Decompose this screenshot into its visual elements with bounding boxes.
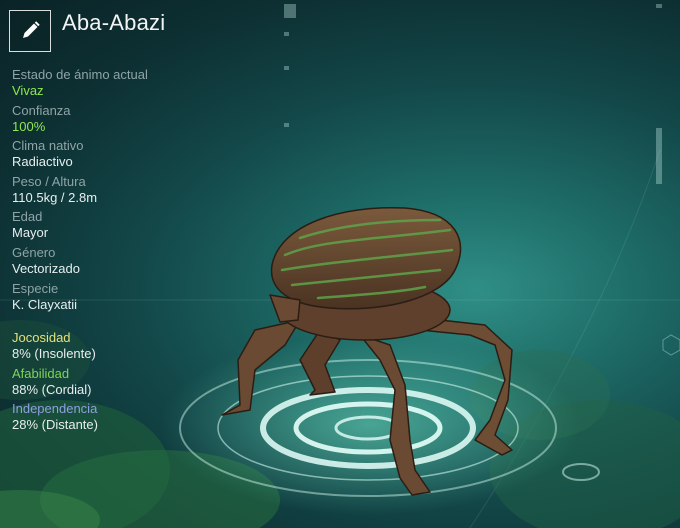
trait-label: Jocosidad	[12, 330, 71, 345]
trait-label: Independencia	[12, 401, 98, 417]
stat-age: Edad Mayor	[12, 209, 242, 245]
trait-independence: Independencia 28% (Distante)	[12, 401, 242, 437]
stat-value: 100%	[12, 118, 46, 134]
stat-label: Especie	[12, 280, 59, 296]
stat-mood: Estado de ánimo actual Vivaz	[12, 67, 242, 103]
stat-value: Vectorizado	[12, 260, 80, 276]
stat-label: Estado de ánimo actual	[12, 67, 148, 82]
trait-value: 88% (Cordial)	[12, 381, 92, 397]
stat-label: Clima nativo	[12, 138, 84, 154]
stat-value: Radiactivo	[12, 154, 73, 170]
stat-weight-height: Peso / Altura 110.5kg / 2.8m	[12, 174, 242, 210]
stat-value: 110.5kg / 2.8m	[12, 189, 98, 205]
edit-name-button[interactable]	[9, 10, 51, 52]
stat-trust: Confianza 100%	[12, 103, 242, 139]
trait-value: 8% (Insolente)	[12, 346, 96, 361]
hud-markers	[284, 4, 662, 184]
hex-marker	[662, 334, 680, 356]
stat-label: Edad	[12, 209, 43, 225]
personality-traits: Jocosidad 8% (Insolente) Afabilidad 88% …	[12, 330, 242, 437]
pencil-icon	[23, 21, 40, 38]
stat-label: Género	[12, 244, 56, 260]
stat-value: Vivaz	[12, 83, 44, 98]
stat-value: Mayor	[12, 225, 49, 241]
stat-gender: Género Vectorizado	[12, 245, 242, 281]
stat-label: Confianza	[12, 102, 71, 118]
stat-label: Peso / Altura	[12, 173, 86, 189]
trait-friendliness: Afabilidad 88% (Cordial)	[12, 366, 242, 402]
stat-value: K. Clayxatii	[12, 296, 78, 312]
stat-species: Especie K. Clayxatii	[12, 281, 242, 317]
trait-playfulness: Jocosidad 8% (Insolente)	[12, 330, 242, 366]
trait-label: Afabilidad	[12, 365, 70, 381]
trait-value: 28% (Distante)	[12, 417, 98, 433]
creature-stats: Estado de ánimo actual Vivaz Confianza 1…	[12, 67, 242, 316]
stat-climate: Clima nativo Radiactivo	[12, 138, 242, 174]
creature-name: Aba-Abazi	[62, 10, 166, 35]
